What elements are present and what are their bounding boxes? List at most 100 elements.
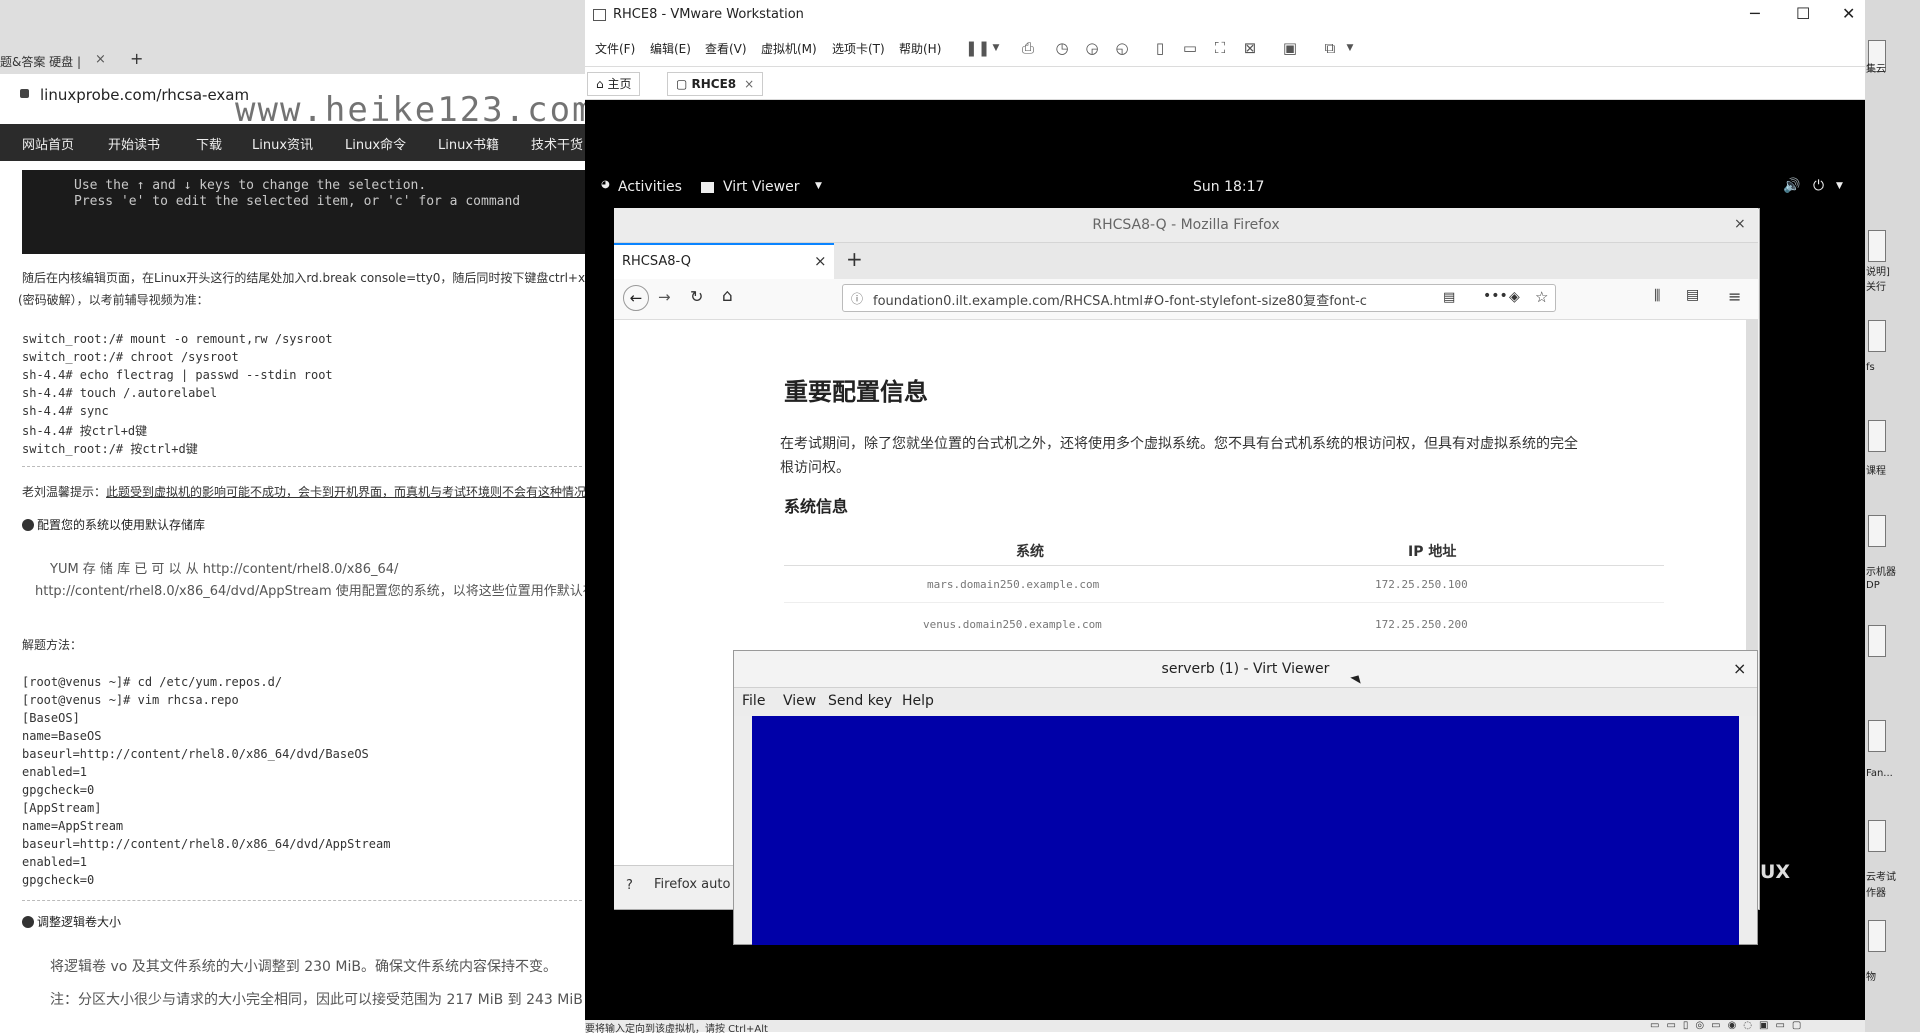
nav-home[interactable]: 网站首页 (22, 134, 74, 153)
section-heading: 调整逻辑卷大小 (22, 913, 121, 930)
tip-text[interactable]: 此题受到虚拟机的影响可能不成功，会卡到开机界面，而真机与考试环境则不会有这种情况 (106, 485, 586, 499)
menu-file[interactable]: File (742, 693, 765, 709)
menu-view[interactable]: View (783, 693, 816, 709)
table-header: IP 地址 (1408, 544, 1457, 560)
nav-linux-books[interactable]: Linux书籍 (438, 134, 499, 153)
menu-send-key[interactable]: Send key (828, 693, 892, 709)
snapshot-manager-icon[interactable]: ◵ (1113, 39, 1131, 57)
snapshot-icon[interactable]: ◷ (1053, 39, 1071, 57)
sidebar-view-icon[interactable]: ▯ (1151, 39, 1169, 57)
power-icon[interactable]: ⏻ (1813, 178, 1824, 194)
left-browser-tab[interactable]: 题&答案 硬盘 | (0, 53, 81, 70)
desktop-icon[interactable] (1868, 420, 1886, 452)
window-title: serverb (1) - Virt Viewer (1161, 661, 1330, 677)
desktop-icon[interactable] (1868, 515, 1886, 547)
device-icons[interactable]: ▭▭▯◎▭◉◌▣▭▢ (1650, 1020, 1808, 1031)
volume-icon[interactable]: 🔊 (1783, 178, 1800, 194)
close-icon[interactable]: × (1734, 216, 1746, 232)
back-icon[interactable]: ← (623, 285, 649, 311)
chevron-down-icon[interactable]: ▼ (1341, 39, 1359, 57)
menu-help[interactable]: Help (902, 693, 934, 709)
nav-start-reading[interactable]: 开始读书 (108, 134, 160, 153)
desktop-icon[interactable] (1868, 625, 1886, 657)
desktop-icon[interactable] (1868, 820, 1886, 852)
virt-viewer-menubar: File View Send key Help (734, 688, 1757, 716)
close-icon[interactable]: × (744, 77, 754, 91)
snapshot-restore-icon[interactable]: ◶ (1083, 39, 1101, 57)
library-icon[interactable]: ⫼ (1654, 288, 1660, 304)
info-icon[interactable]: ⓘ (851, 290, 863, 307)
menu-file[interactable]: 文件(F) (595, 40, 635, 57)
pocket-icon[interactable]: ◈ (1509, 289, 1520, 305)
bookmark-star-icon[interactable]: ☆ (1535, 288, 1548, 306)
close-icon[interactable]: ✕ (1842, 4, 1855, 23)
desktop-label: DP (1866, 580, 1880, 591)
clock[interactable]: Sun 18:17 (1193, 179, 1264, 195)
code-line: switch_root:/# 按ctrl+d键 (22, 442, 198, 456)
menu-help[interactable]: 帮助(H) (899, 40, 941, 57)
unity-icon[interactable]: ⊠ (1241, 39, 1259, 57)
tab-rhce8[interactable]: ▢ RHCE8 × (667, 72, 764, 96)
paragraph: 将逻辑卷 vo 及其文件系统的大小调整到 230 MiB。确保文件系统内容保持不… (50, 959, 557, 975)
home-icon: ⌂ (596, 77, 608, 91)
scrollbar[interactable] (1746, 320, 1758, 650)
desktop-label: 说明] (1866, 267, 1890, 278)
section-heading: 系统信息 (784, 497, 849, 516)
url-bar[interactable]: ⓘ foundation0.ilt.example.com/RHCSA.html… (842, 284, 1556, 312)
menu-edit[interactable]: 编辑(E) (650, 40, 691, 57)
nav-download[interactable]: 下载 (196, 134, 222, 153)
reader-view-icon[interactable]: ▤ (1443, 290, 1455, 305)
chevron-down-icon[interactable]: ▼ (1836, 181, 1843, 191)
tab-home[interactable]: ⌂ 主页 (587, 72, 641, 96)
new-tab-button[interactable]: + (846, 247, 863, 271)
firefox-tab[interactable]: RHCSA8-Q × (614, 243, 834, 279)
url-text[interactable]: foundation0.ilt.example.com/RHCSA.html#O… (873, 290, 1393, 309)
nav-linux-news[interactable]: Linux资讯 (252, 134, 313, 153)
minimize-icon[interactable]: ─ (1750, 4, 1760, 23)
more-icon[interactable]: ••• (1483, 288, 1508, 304)
menu-view[interactable]: 查看(V) (705, 40, 747, 57)
tip-prefix: 老刘温馨提示： (22, 485, 107, 499)
console-icon[interactable]: ▣ (1281, 39, 1299, 57)
chevron-down-icon[interactable]: ▼ (815, 181, 822, 191)
app-menu[interactable]: Virt Viewer (723, 179, 799, 195)
thumbnail-view-icon[interactable]: ▭ (1181, 39, 1199, 57)
desktop-icon[interactable] (1868, 920, 1886, 952)
nav-linux-commands[interactable]: Linux命令 (345, 134, 406, 153)
new-tab-button[interactable]: + (130, 49, 143, 68)
table-divider (784, 602, 1664, 603)
menu-icon[interactable]: ≡ (1728, 287, 1741, 306)
desktop-icon[interactable] (1868, 720, 1886, 752)
close-icon[interactable]: × (814, 252, 827, 270)
activities-button[interactable]: Activities (618, 179, 682, 195)
vm-icon: ▢ (676, 77, 692, 91)
home-icon[interactable]: ⌂ (722, 286, 733, 306)
code-line: sh-4.4# echo flectrag | passwd --stdin r… (22, 368, 333, 382)
menu-tabs[interactable]: 选项卡(T) (832, 40, 885, 57)
heading-text: 配置您的系统以使用默认存储库 (37, 518, 206, 532)
table-cell: 172.25.250.200 (1375, 618, 1468, 631)
reload-icon[interactable]: ↻ (690, 287, 703, 306)
code-line: sh-4.4# touch /.autorelabel (22, 386, 218, 400)
section-heading: 配置您的系统以使用默认存储库 (22, 516, 205, 533)
desktop-icon[interactable] (1868, 230, 1886, 262)
desktop-icon[interactable] (1868, 320, 1886, 352)
table-header: 系统 (1016, 544, 1044, 560)
sidebar-icon[interactable]: ▤ (1686, 287, 1699, 303)
vm-console-screen[interactable] (752, 716, 1739, 945)
nav-tech[interactable]: 技术干货 (531, 134, 583, 153)
address-url[interactable]: linuxprobe.com/rhcsa-exam (40, 86, 249, 104)
close-icon[interactable]: × (1733, 659, 1746, 678)
send-keys-icon[interactable]: ⎙ (1019, 39, 1037, 57)
code-line: [AppStream] (22, 801, 102, 815)
virt-viewer-titlebar: serverb (1) - Virt Viewer × (734, 651, 1757, 688)
fullscreen-icon[interactable]: ⛶ (1211, 39, 1229, 57)
maximize-icon[interactable]: ☐ (1796, 4, 1810, 23)
pause-icon[interactable]: ❚❚ (965, 39, 990, 57)
desktop-label: 云考试 (1866, 872, 1896, 883)
stretch-guest-icon[interactable]: ⧉ (1321, 39, 1339, 57)
forward-icon[interactable]: → (658, 288, 671, 306)
menu-vm[interactable]: 虚拟机(M) (761, 40, 817, 57)
chevron-down-icon[interactable]: ▼ (987, 39, 1005, 57)
close-icon[interactable]: × (95, 52, 106, 67)
